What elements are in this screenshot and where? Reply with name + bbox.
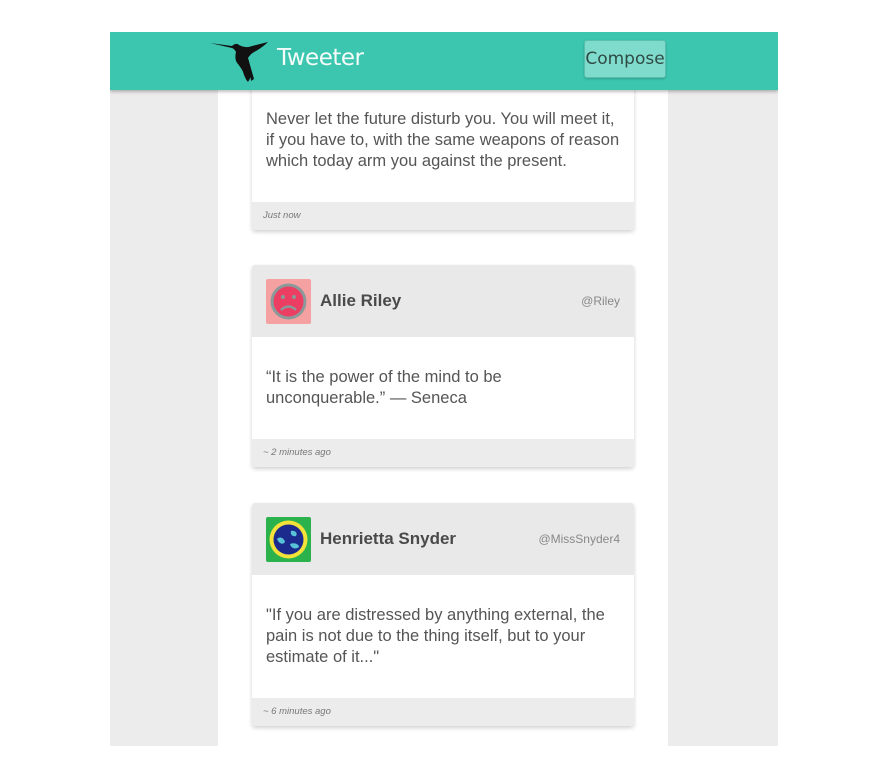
- author-name[interactable]: Henrietta Snyder: [320, 529, 456, 549]
- hummingbird-logo-icon: [210, 42, 268, 82]
- globe-avatar-icon[interactable]: [266, 517, 311, 562]
- tweet-footer: Just now: [252, 202, 634, 230]
- tweet-text: Never let the future disturb you. You wi…: [266, 110, 620, 170]
- tweet-timestamp: ~ 2 minutes ago: [263, 447, 331, 458]
- app-title: Tweeter: [277, 45, 364, 71]
- author-name[interactable]: Allie Riley: [320, 291, 401, 311]
- tweet-timestamp: ~ 6 minutes ago: [263, 706, 331, 717]
- tweet-card: Henrietta Snyder @MissSnyder4 "If you ar…: [252, 503, 634, 726]
- tweet-text: “It is the power of the mind to be uncon…: [266, 368, 502, 407]
- tweet-card: Allie Riley @Riley “It is the power of t…: [252, 265, 634, 467]
- tweet-card: Never let the future disturb you. You wi…: [252, 80, 634, 230]
- tweet-header: Allie Riley @Riley: [252, 265, 634, 337]
- author-handle[interactable]: @Riley: [581, 294, 620, 308]
- compose-button[interactable]: Compose: [584, 40, 666, 78]
- author-handle[interactable]: @MissSnyder4: [538, 532, 620, 546]
- tweet-text: "If you are distressed by anything exter…: [266, 606, 605, 666]
- tweet-footer: ~ 6 minutes ago: [252, 698, 634, 726]
- navbar: Tweeter Compose: [110, 32, 778, 90]
- tweet-timestamp: Just now: [263, 210, 301, 221]
- sad-face-avatar-icon[interactable]: [266, 279, 311, 324]
- tweet-footer: ~ 2 minutes ago: [252, 439, 634, 467]
- tweet-header: Henrietta Snyder @MissSnyder4: [252, 503, 634, 575]
